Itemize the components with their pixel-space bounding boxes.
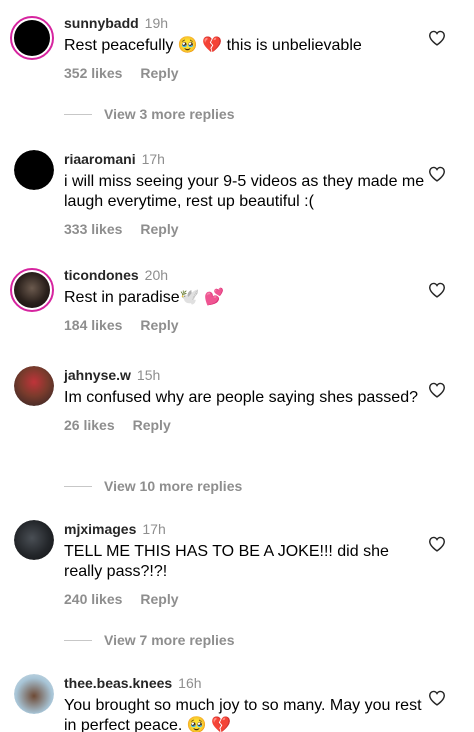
heart-outline-icon[interactable] xyxy=(428,166,446,182)
username[interactable]: jahnyse.w xyxy=(64,367,131,383)
likes-count[interactable]: 352 likes xyxy=(64,65,122,81)
view-more-label[interactable]: View 7 more replies xyxy=(104,632,234,648)
divider xyxy=(64,639,92,641)
view-more-replies[interactable]: View 10 more replies xyxy=(64,478,242,494)
comment-body: sunnybadd 19h Rest peacefully 🥹 💔 this is… xyxy=(64,14,426,82)
comment-text: Rest in paradise🕊️ 💕 xyxy=(64,289,224,306)
divider xyxy=(64,113,92,115)
reply-button[interactable]: Reply xyxy=(140,221,178,237)
comment-header: mjximages 17h xyxy=(64,520,426,538)
likes-count[interactable]: 333 likes xyxy=(64,221,122,237)
avatar[interactable] xyxy=(10,16,54,60)
avatar[interactable] xyxy=(14,366,54,406)
reply-button[interactable]: Reply xyxy=(140,317,178,333)
likes-count[interactable]: 26 likes xyxy=(64,417,115,433)
username[interactable]: riaaromani xyxy=(64,151,136,167)
avatar[interactable] xyxy=(14,520,54,560)
username[interactable]: mjximages xyxy=(64,521,136,537)
timestamp: 20h xyxy=(144,267,169,283)
timestamp: 17h xyxy=(141,151,165,167)
heart-outline-icon[interactable] xyxy=(428,282,446,298)
heart-outline-icon[interactable] xyxy=(428,30,446,46)
timestamp: 16h xyxy=(178,675,202,691)
timestamp: 19h xyxy=(144,15,169,31)
reply-button[interactable]: Reply xyxy=(140,591,178,607)
view-more-replies[interactable]: View 7 more replies xyxy=(64,632,234,648)
comment-text: Rest peacefully 🥹 💔 this is unbelievable xyxy=(64,37,362,54)
heart-outline-icon[interactable] xyxy=(428,536,446,552)
divider xyxy=(64,485,92,487)
likes-count[interactable]: 240 likes xyxy=(64,591,122,607)
comment-text: TELL ME THIS HAS TO BE A JOKE!!! did she… xyxy=(64,543,389,580)
avatar[interactable] xyxy=(14,674,54,714)
username[interactable]: ticondones xyxy=(64,267,139,283)
comment-text: Im confused why are people saying shes p… xyxy=(64,389,418,406)
comment-header: sunnybadd 19h xyxy=(64,14,426,32)
reply-button[interactable]: Reply xyxy=(140,65,178,81)
view-more-label[interactable]: View 10 more replies xyxy=(104,478,242,494)
comment-header: riaaromani 17h xyxy=(64,150,426,168)
view-more-label[interactable]: View 3 more replies xyxy=(104,106,234,122)
comment-actions: 240 likes Reply xyxy=(64,590,426,608)
timestamp: 17h xyxy=(142,521,166,537)
comment-body: jahnyse.w 15h Im confused why are people … xyxy=(64,366,426,434)
heart-outline-icon[interactable] xyxy=(428,690,446,706)
view-more-replies[interactable]: View 3 more replies xyxy=(64,106,234,122)
comment-text: i will miss seeing your 9-5 videos as th… xyxy=(64,173,425,210)
username[interactable]: sunnybadd xyxy=(64,15,139,31)
comment-body: thee.beas.knees 16h You brought so much j… xyxy=(64,674,426,732)
reply-button[interactable]: Reply xyxy=(133,417,171,433)
comment-body: mjximages 17h TELL ME THIS HAS TO BE A JO… xyxy=(64,520,426,608)
comment-body: riaaromani 17h i will miss seeing your 9-… xyxy=(64,150,426,238)
timestamp: 15h xyxy=(136,367,161,383)
avatar[interactable] xyxy=(14,150,54,190)
comment-actions: 26 likes Reply xyxy=(64,416,426,434)
avatar[interactable] xyxy=(10,268,54,312)
likes-count[interactable]: 184 likes xyxy=(64,317,122,333)
comment-body: ticondones 20h Rest in paradise🕊️ 💕 184 l… xyxy=(64,266,426,334)
comment-header: jahnyse.w 15h xyxy=(64,366,426,384)
comment-header: thee.beas.knees 16h xyxy=(64,674,426,692)
comment-actions: 333 likes Reply xyxy=(64,220,426,238)
comment-text: You brought so much joy to so many. May … xyxy=(64,697,422,732)
username[interactable]: thee.beas.knees xyxy=(64,675,172,691)
comment-actions: 352 likes Reply xyxy=(64,64,426,82)
heart-outline-icon[interactable] xyxy=(428,382,446,398)
comment-header: ticondones 20h xyxy=(64,266,426,284)
comment-actions: 184 likes Reply xyxy=(64,316,426,334)
